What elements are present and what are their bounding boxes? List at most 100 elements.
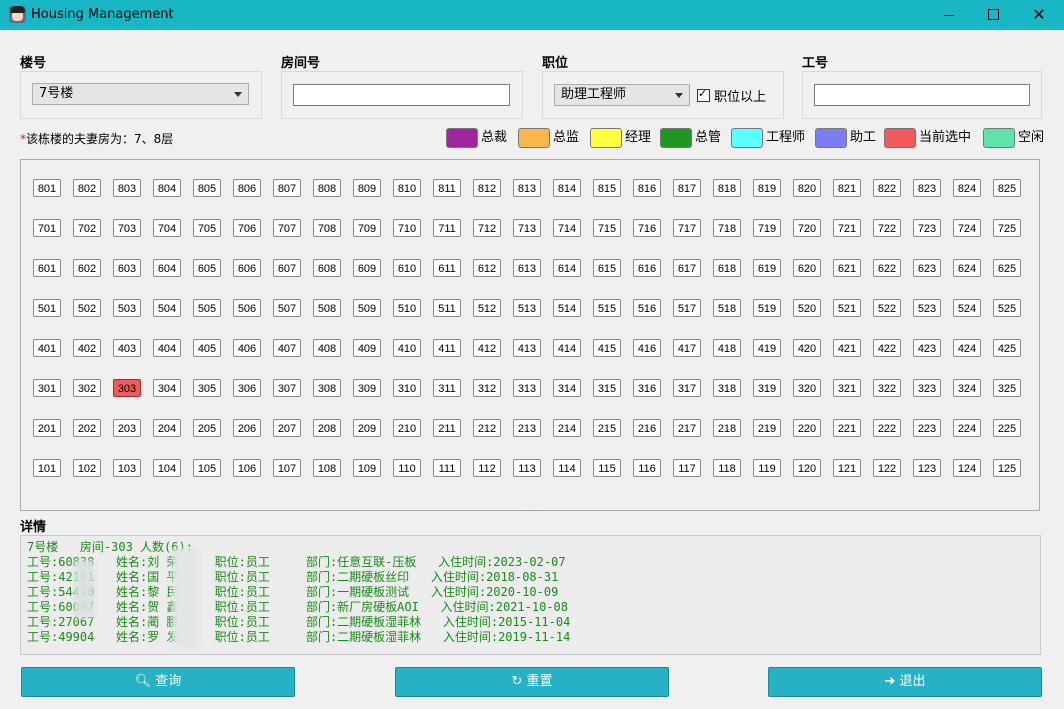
room-button-501[interactable]: 501 <box>33 299 61 317</box>
room-button-502[interactable]: 502 <box>73 299 101 317</box>
room-button-205[interactable]: 205 <box>193 419 221 437</box>
room-button-214[interactable]: 214 <box>553 419 581 437</box>
room-button-514[interactable]: 514 <box>553 299 581 317</box>
room-button-519[interactable]: 519 <box>753 299 781 317</box>
room-button-224[interactable]: 224 <box>953 419 981 437</box>
room-button-221[interactable]: 221 <box>833 419 861 437</box>
room-button-613[interactable]: 613 <box>513 259 541 277</box>
room-button-407[interactable]: 407 <box>273 339 301 357</box>
room-button-524[interactable]: 524 <box>953 299 981 317</box>
room-button-824[interactable]: 824 <box>953 179 981 197</box>
room-button-507[interactable]: 507 <box>273 299 301 317</box>
room-button-801[interactable]: 801 <box>33 179 61 197</box>
room-button-122[interactable]: 122 <box>873 459 901 477</box>
room-button-423[interactable]: 423 <box>913 339 941 357</box>
room-button-115[interactable]: 115 <box>593 459 621 477</box>
room-button-725[interactable]: 725 <box>993 219 1021 237</box>
room-button-825[interactable]: 825 <box>993 179 1021 197</box>
room-button-405[interactable]: 405 <box>193 339 221 357</box>
room-button-617[interactable]: 617 <box>673 259 701 277</box>
room-button-419[interactable]: 419 <box>753 339 781 357</box>
above-position-checkbox[interactable]: 职位以上 <box>697 86 766 105</box>
room-button-325[interactable]: 325 <box>993 379 1021 397</box>
room-button-120[interactable]: 120 <box>793 459 821 477</box>
room-button-816[interactable]: 816 <box>633 179 661 197</box>
room-button-701[interactable]: 701 <box>33 219 61 237</box>
room-button-213[interactable]: 213 <box>513 419 541 437</box>
room-button-608[interactable]: 608 <box>313 259 341 277</box>
room-button-618[interactable]: 618 <box>713 259 741 277</box>
room-button-209[interactable]: 209 <box>353 419 381 437</box>
room-button-403[interactable]: 403 <box>113 339 141 357</box>
room-button-611[interactable]: 611 <box>433 259 461 277</box>
room-button-810[interactable]: 810 <box>393 179 421 197</box>
room-button-218[interactable]: 218 <box>713 419 741 437</box>
room-button-809[interactable]: 809 <box>353 179 381 197</box>
room-button-121[interactable]: 121 <box>833 459 861 477</box>
room-button-605[interactable]: 605 <box>193 259 221 277</box>
maximize-button[interactable] <box>970 0 1016 30</box>
room-button-714[interactable]: 714 <box>553 219 581 237</box>
room-button-303[interactable]: 303 <box>113 379 141 397</box>
room-button-625[interactable]: 625 <box>993 259 1021 277</box>
room-button-113[interactable]: 113 <box>513 459 541 477</box>
room-button-720[interactable]: 720 <box>793 219 821 237</box>
room-button-302[interactable]: 302 <box>73 379 101 397</box>
room-button-119[interactable]: 119 <box>753 459 781 477</box>
room-button-610[interactable]: 610 <box>393 259 421 277</box>
room-button-116[interactable]: 116 <box>633 459 661 477</box>
room-button-315[interactable]: 315 <box>593 379 621 397</box>
room-button-814[interactable]: 814 <box>553 179 581 197</box>
room-button-511[interactable]: 511 <box>433 299 461 317</box>
room-button-118[interactable]: 118 <box>713 459 741 477</box>
room-button-503[interactable]: 503 <box>113 299 141 317</box>
room-button-723[interactable]: 723 <box>913 219 941 237</box>
room-button-111[interactable]: 111 <box>433 459 461 477</box>
room-button-314[interactable]: 314 <box>553 379 581 397</box>
room-button-410[interactable]: 410 <box>393 339 421 357</box>
room-button-216[interactable]: 216 <box>633 419 661 437</box>
room-button-309[interactable]: 309 <box>353 379 381 397</box>
room-button-401[interactable]: 401 <box>33 339 61 357</box>
room-button-614[interactable]: 614 <box>553 259 581 277</box>
room-button-106[interactable]: 106 <box>233 459 261 477</box>
room-button-408[interactable]: 408 <box>313 339 341 357</box>
room-button-710[interactable]: 710 <box>393 219 421 237</box>
room-button-312[interactable]: 312 <box>473 379 501 397</box>
room-button-708[interactable]: 708 <box>313 219 341 237</box>
room-button-619[interactable]: 619 <box>753 259 781 277</box>
room-button-104[interactable]: 104 <box>153 459 181 477</box>
room-button-421[interactable]: 421 <box>833 339 861 357</box>
room-button-414[interactable]: 414 <box>553 339 581 357</box>
room-button-418[interactable]: 418 <box>713 339 741 357</box>
room-button-304[interactable]: 304 <box>153 379 181 397</box>
room-button-709[interactable]: 709 <box>353 219 381 237</box>
room-button-620[interactable]: 620 <box>793 259 821 277</box>
room-button-508[interactable]: 508 <box>313 299 341 317</box>
room-button-307[interactable]: 307 <box>273 379 301 397</box>
room-button-319[interactable]: 319 <box>753 379 781 397</box>
room-button-804[interactable]: 804 <box>153 179 181 197</box>
room-button-516[interactable]: 516 <box>633 299 661 317</box>
room-button-210[interactable]: 210 <box>393 419 421 437</box>
room-button-105[interactable]: 105 <box>193 459 221 477</box>
position-select[interactable]: 助理工程师 <box>554 84 690 106</box>
room-button-607[interactable]: 607 <box>273 259 301 277</box>
splitter-handle[interactable] <box>526 510 540 513</box>
room-button-222[interactable]: 222 <box>873 419 901 437</box>
room-button-125[interactable]: 125 <box>993 459 1021 477</box>
room-button-812[interactable]: 812 <box>473 179 501 197</box>
room-button-406[interactable]: 406 <box>233 339 261 357</box>
room-button-308[interactable]: 308 <box>313 379 341 397</box>
room-button-505[interactable]: 505 <box>193 299 221 317</box>
room-button-313[interactable]: 313 <box>513 379 541 397</box>
room-button-322[interactable]: 322 <box>873 379 901 397</box>
room-button-112[interactable]: 112 <box>473 459 501 477</box>
room-button-823[interactable]: 823 <box>913 179 941 197</box>
room-button-411[interactable]: 411 <box>433 339 461 357</box>
room-button-204[interactable]: 204 <box>153 419 181 437</box>
room-button-604[interactable]: 604 <box>153 259 181 277</box>
room-button-512[interactable]: 512 <box>473 299 501 317</box>
room-button-517[interactable]: 517 <box>673 299 701 317</box>
room-button-208[interactable]: 208 <box>313 419 341 437</box>
